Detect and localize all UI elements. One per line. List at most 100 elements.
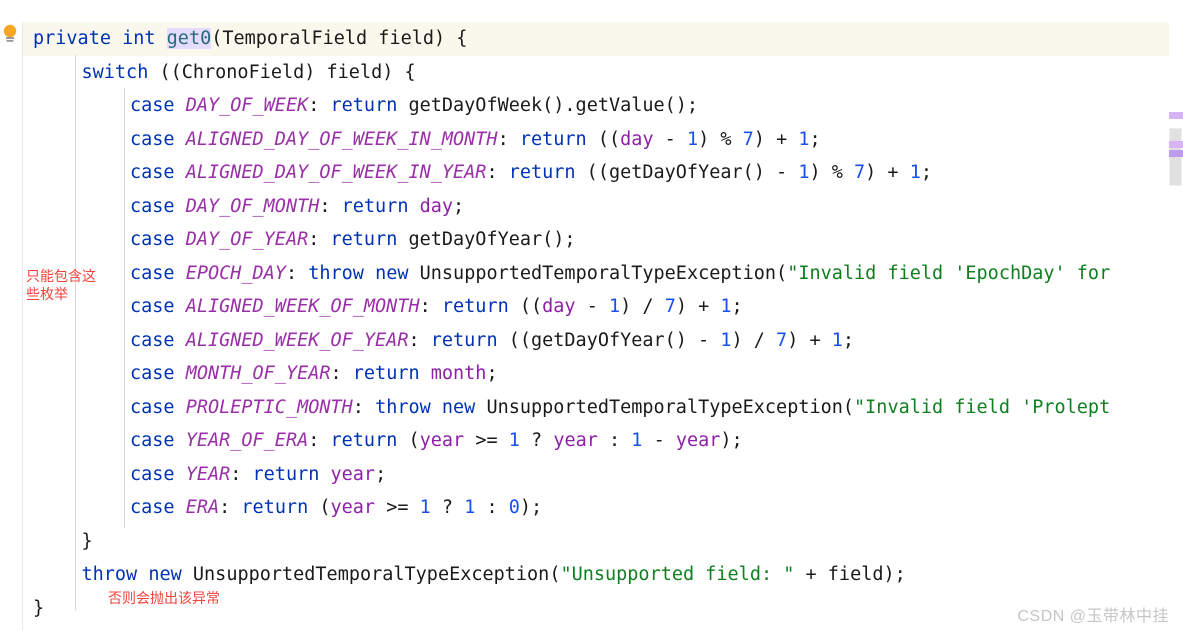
code-token: YEAR_OF_ERA bbox=[185, 430, 309, 451]
code-token: ); bbox=[519, 497, 543, 518]
code-line[interactable]: case ALIGNED_DAY_OF_WEEK_IN_YEAR: return… bbox=[0, 156, 1183, 190]
code-token: return bbox=[341, 195, 409, 217]
code-token: case bbox=[130, 162, 175, 183]
code-line[interactable]: case ALIGNED_DAY_OF_WEEK_IN_MONTH: retur… bbox=[0, 123, 1183, 157]
code-token: case bbox=[130, 95, 175, 116]
code-line[interactable]: } bbox=[0, 525, 1183, 559]
code-token: case bbox=[130, 262, 175, 284]
code-token: getDayOfYear(); bbox=[397, 229, 576, 250]
scrollbar-thumb[interactable] bbox=[1169, 128, 1182, 186]
code-line[interactable]: throw new UnsupportedTemporalTypeExcepti… bbox=[0, 558, 1183, 592]
code-token: EPOCH_DAY bbox=[185, 262, 286, 284]
code-token: + field); bbox=[794, 564, 906, 585]
code-token: case bbox=[130, 463, 175, 485]
code-token: year bbox=[330, 497, 376, 518]
code-line-content: case ERA: return (year >= 1 ? 1 : 0); bbox=[0, 491, 1183, 525]
indent-guide-level-1 bbox=[75, 55, 76, 610]
code-token: switch bbox=[81, 61, 149, 83]
code-line[interactable]: case EPOCH_DAY: throw new UnsupportedTem… bbox=[0, 257, 1183, 291]
code-token: ERA bbox=[185, 497, 220, 518]
code-token: case bbox=[130, 363, 175, 384]
code-token: : bbox=[408, 329, 431, 351]
code-token: : bbox=[486, 162, 509, 183]
code-line[interactable]: case DAY_OF_MONTH: return day; bbox=[0, 190, 1183, 224]
code-line[interactable]: case DAY_OF_WEEK: return getDayOfWeek().… bbox=[0, 89, 1183, 123]
code-line-content: case ALIGNED_WEEK_OF_MONTH: return ((day… bbox=[0, 290, 1183, 324]
code-token: ((ChronoField) field) { bbox=[148, 61, 416, 83]
code-token: (( bbox=[586, 128, 621, 150]
code-token: "Unsupported field: " bbox=[560, 564, 795, 585]
code-line-content: case DAY_OF_MONTH: return day; bbox=[0, 190, 1183, 224]
code-token: return bbox=[252, 463, 320, 485]
code-line-content: case ALIGNED_DAY_OF_WEEK_IN_YEAR: return… bbox=[0, 156, 1183, 190]
scrollbar-usage-marker[interactable] bbox=[1169, 112, 1183, 119]
code-token: ((getDayOfYear() - bbox=[497, 329, 721, 351]
code-token: private bbox=[33, 28, 111, 49]
code-token: new bbox=[375, 262, 409, 284]
code-token: ; bbox=[375, 463, 387, 485]
code-token: day bbox=[542, 296, 576, 317]
code-content[interactable]: private int get0(TemporalField field) {s… bbox=[0, 0, 1183, 631]
code-token: year bbox=[675, 430, 721, 451]
code-token: (( bbox=[508, 296, 543, 317]
code-token: : bbox=[419, 296, 442, 317]
code-token: 1 bbox=[608, 296, 621, 317]
code-token: return bbox=[519, 128, 587, 150]
code-line[interactable]: case ALIGNED_WEEK_OF_MONTH: return ((day… bbox=[0, 290, 1183, 324]
scrollbar-usage-marker[interactable] bbox=[1169, 150, 1183, 157]
code-line-content: case PROLEPTIC_MONTH: throw new Unsuppor… bbox=[0, 391, 1183, 425]
code-token: 1 bbox=[798, 162, 810, 183]
code-line[interactable]: case YEAR: return year; bbox=[0, 458, 1183, 492]
code-token: : bbox=[497, 128, 520, 150]
code-token: ) % bbox=[698, 128, 743, 150]
code-line[interactable]: case DAY_OF_YEAR: return getDayOfYear(); bbox=[0, 223, 1183, 257]
code-token: ALIGNED_DAY_OF_WEEK_IN_MONTH bbox=[185, 128, 498, 150]
code-token: : bbox=[308, 229, 331, 250]
code-token: new bbox=[441, 396, 476, 418]
vertical-scrollbar[interactable] bbox=[1169, 22, 1183, 631]
code-token: : bbox=[219, 497, 242, 518]
code-token: 1 bbox=[909, 162, 921, 183]
code-token: 7 bbox=[742, 128, 754, 150]
code-line[interactable]: case YEAR_OF_ERA: return (year >= 1 ? ye… bbox=[0, 424, 1183, 458]
code-token: ; bbox=[842, 329, 855, 351]
code-line[interactable]: case PROLEPTIC_MONTH: throw new Unsuppor… bbox=[0, 391, 1183, 425]
code-token: ; bbox=[453, 195, 465, 217]
code-editor[interactable]: private int get0(TemporalField field) {s… bbox=[0, 0, 1183, 631]
code-token: : bbox=[308, 430, 331, 451]
code-token: : bbox=[475, 497, 509, 518]
code-token: ; bbox=[920, 162, 932, 183]
scrollbar-usage-marker[interactable] bbox=[1169, 141, 1183, 148]
code-line[interactable]: private int get0(TemporalField field) { bbox=[0, 22, 1183, 56]
code-token: return bbox=[441, 296, 509, 317]
code-line[interactable]: switch ((ChronoField) field) { bbox=[0, 56, 1183, 90]
code-token: - bbox=[575, 296, 609, 317]
code-line-content: } bbox=[0, 525, 1183, 559]
code-line[interactable]: case MONTH_OF_YEAR: return month; bbox=[0, 357, 1183, 391]
code-token: PROLEPTIC_MONTH bbox=[185, 396, 353, 418]
code-line[interactable]: case ERA: return (year >= 1 ? 1 : 0); bbox=[0, 491, 1183, 525]
gutter-divider bbox=[22, 22, 23, 631]
code-line[interactable]: case ALIGNED_WEEK_OF_YEAR: return ((getD… bbox=[0, 324, 1183, 358]
code-token: day bbox=[419, 195, 454, 217]
lightbulb-icon[interactable] bbox=[2, 24, 18, 44]
code-token: ) / bbox=[620, 296, 665, 317]
editor-gutter[interactable] bbox=[0, 0, 22, 631]
code-token: DAY_OF_YEAR bbox=[185, 229, 309, 250]
code-token: case bbox=[130, 430, 175, 451]
code-token: case bbox=[130, 329, 175, 351]
code-token: 1 bbox=[419, 497, 431, 518]
code-token: ) / bbox=[731, 329, 777, 351]
